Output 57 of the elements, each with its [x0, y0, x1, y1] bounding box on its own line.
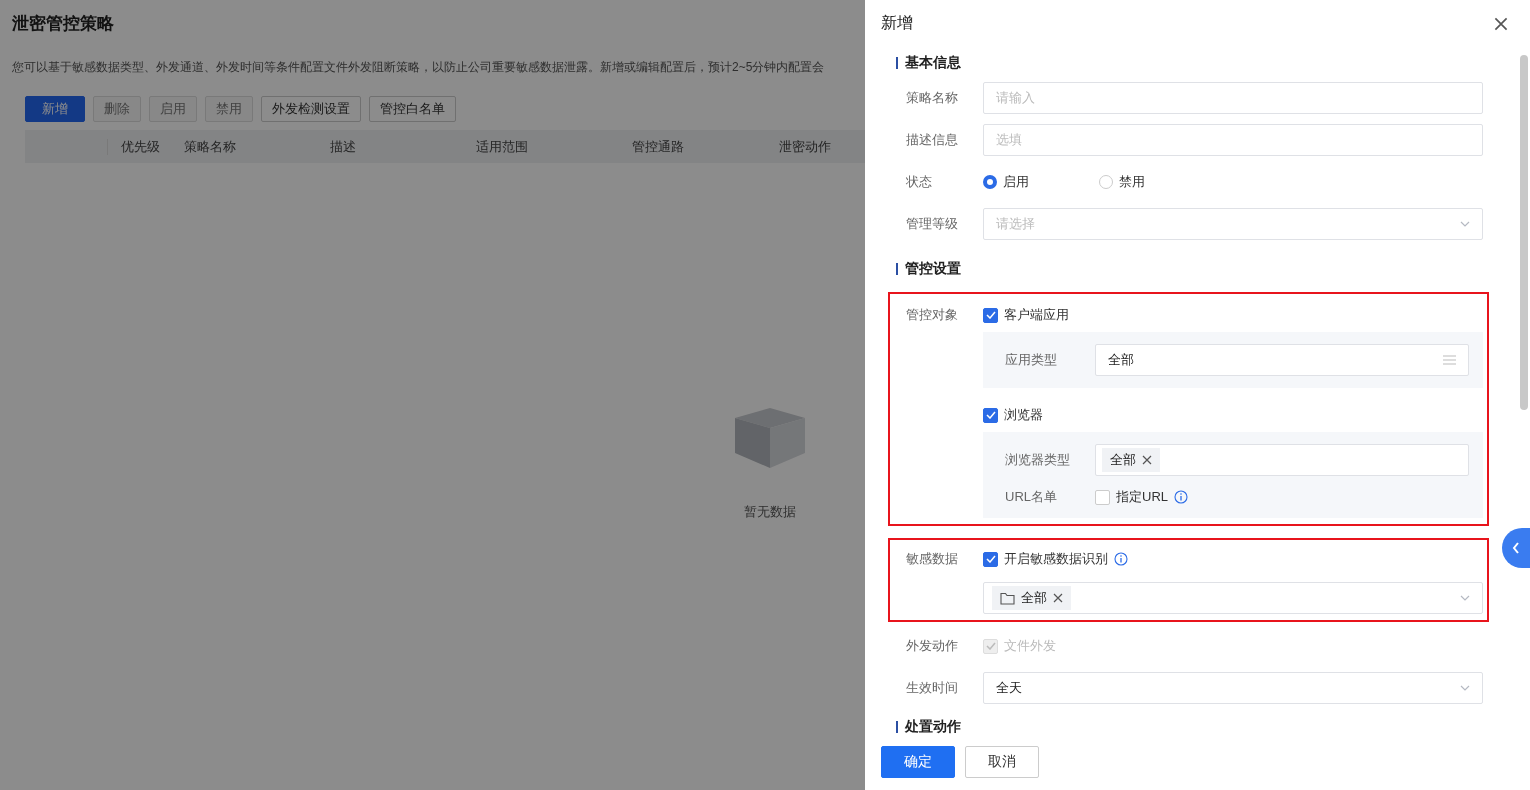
toolbar-button[interactable]: 外发检测设置 — [261, 96, 361, 122]
radio-button[interactable] — [983, 175, 997, 189]
checkbox-label: 开启敏感数据识别 — [1004, 550, 1108, 568]
page-title: 泄密管控策略 — [12, 13, 115, 35]
tag-text: 全部 — [1021, 589, 1047, 607]
column-header: 策略名称 — [183, 137, 237, 156]
field-label: URL名单 — [1004, 488, 1058, 506]
checkbox[interactable] — [983, 551, 998, 567]
field-label: 外发动作 — [905, 637, 959, 655]
field-label: 管理等级 — [905, 215, 959, 233]
chevron-left-icon — [1512, 542, 1520, 554]
checkbox-label: 指定URL — [1116, 488, 1168, 506]
column-header: 泄密动作 — [778, 137, 832, 156]
folder-icon — [1000, 591, 1015, 605]
chevron-down-icon — [1460, 221, 1470, 227]
footer-button[interactable]: 确定 — [881, 746, 955, 778]
section-heading: 处置动作 — [896, 718, 1483, 734]
column-header: 优先级 — [120, 137, 161, 156]
column-header: 描述 — [329, 137, 357, 156]
info-icon — [1114, 552, 1128, 566]
field-label: 浏览器类型 — [1004, 451, 1071, 469]
drawer-title: 新增 — [881, 13, 913, 33]
scrollbar[interactable] — [1520, 55, 1528, 410]
footer-button[interactable]: 取消 — [965, 746, 1039, 778]
tag-select-field[interactable]: 全部 — [983, 582, 1483, 614]
column-header: 适用范围 — [475, 137, 529, 156]
checkbox[interactable] — [983, 307, 998, 323]
remove-icon[interactable] — [1142, 455, 1152, 465]
section-heading: 管控设置 — [896, 260, 1483, 278]
chevron-down-icon — [1460, 595, 1470, 601]
field-label: 敏感数据 — [905, 550, 959, 568]
field-label: 策略名称 — [905, 89, 959, 107]
info-icon — [1174, 490, 1188, 504]
list-icon — [1443, 355, 1456, 365]
radio-label: 禁用 — [1119, 173, 1145, 191]
remove-icon[interactable] — [1053, 593, 1063, 603]
select-field[interactable]: 全部 — [1095, 344, 1469, 376]
select-field[interactable]: 全天 — [983, 672, 1483, 704]
section-heading: 基本信息 — [896, 54, 1483, 72]
empty-text: 暂无数据 — [744, 503, 796, 521]
field-label: 描述信息 — [905, 131, 959, 149]
toolbar-button[interactable]: 新增 — [25, 96, 85, 122]
field-label: 管控对象 — [905, 306, 959, 324]
checkbox-label: 客户端应用 — [1004, 306, 1069, 324]
checkbox-label: 浏览器 — [1004, 406, 1043, 424]
toolbar-button[interactable]: 管控白名单 — [369, 96, 456, 122]
page-description: 您可以基于敏感数据类型、外发通道、外发时间等条件配置文件外发阻断策略，以防止公司重要敏感数据泄露。新增或编辑配置后，预计2~5分钟内配置会 — [12, 59, 826, 76]
field-label: 状态 — [905, 173, 933, 191]
chevron-down-icon — [1460, 685, 1470, 691]
tag-select-field[interactable]: 全部 — [1095, 444, 1469, 476]
column-header: 管控通路 — [631, 137, 685, 156]
tag-text: 全部 — [1110, 451, 1136, 469]
radio-label: 启用 — [1003, 173, 1029, 191]
checkbox-label: 文件外发 — [1004, 637, 1056, 655]
checkbox[interactable] — [983, 407, 998, 423]
field-label: 应用类型 — [1004, 351, 1058, 369]
field-label: 生效时间 — [905, 679, 959, 697]
